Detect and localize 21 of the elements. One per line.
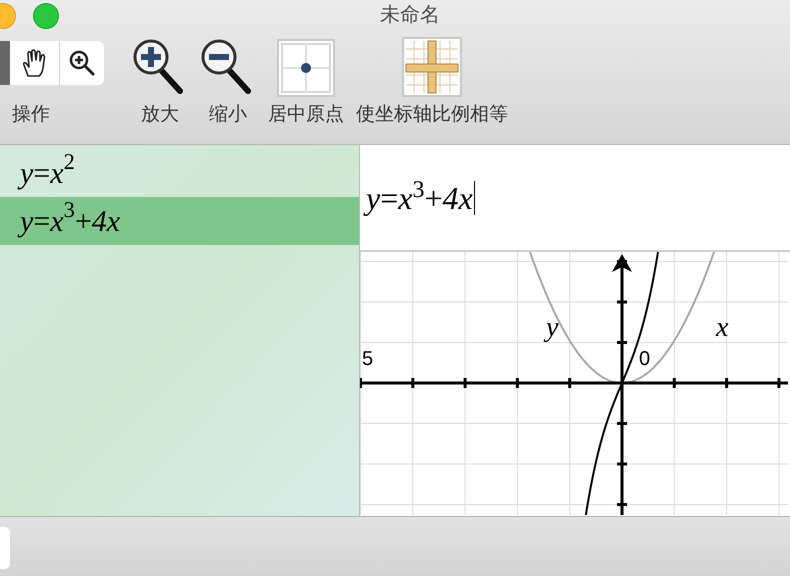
tick-label: 5 [362,349,374,369]
center-button[interactable] [277,39,335,97]
window-title: 未命名 [379,3,440,28]
equal-axes-button[interactable] [402,37,462,97]
zoom-button[interactable] [33,3,59,29]
toolbar-label: 放大 [141,105,179,124]
axis-label: y [546,314,558,342]
toolbar-label: 缩小 [209,105,247,124]
equation-row[interactable]: y=x$^{2}$ [0,149,359,197]
equation-row[interactable]: y=x$^{3}$+4x [0,197,359,245]
formula-field[interactable]: y=x$^{3}$+4x [360,168,480,228]
toolbar-label: 操作 [12,105,50,124]
zoom-in-icon [69,50,95,76]
tool-segmented-control[interactable] [0,41,104,85]
origin-label: 0 [639,349,650,369]
center-origin-icon [277,39,335,97]
hand-icon [20,48,48,78]
toolbar-label: 居中原点 [268,105,344,124]
axis-label: x [716,314,728,342]
ruler-grid-icon [402,37,462,97]
toolbar-label: 使坐标轴比例相等 [356,105,508,124]
